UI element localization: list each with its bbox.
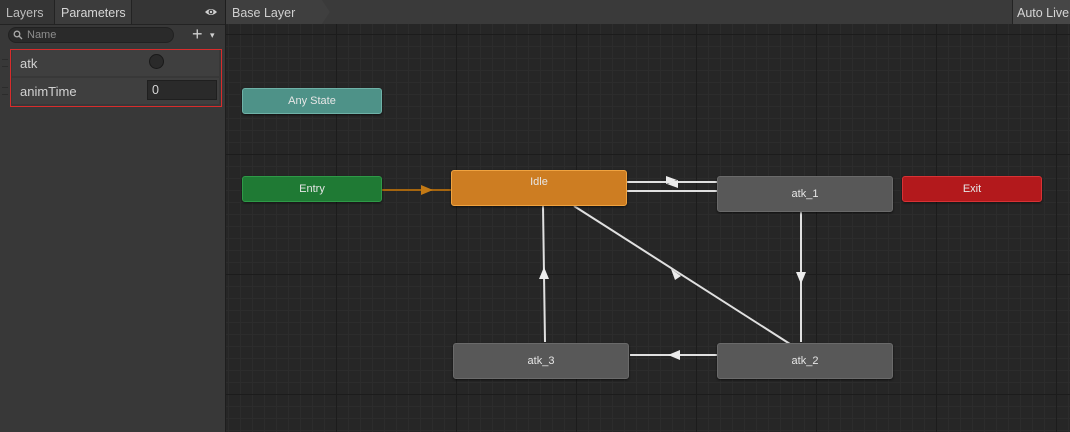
parameter-row-animtime[interactable]: animTime 0 — [2, 78, 219, 104]
atk-1-state-node[interactable]: atk_1 — [717, 176, 893, 212]
search-placeholder: Name — [27, 29, 57, 41]
atk-3-state-node[interactable]: atk_3 — [453, 343, 629, 379]
breadcrumb[interactable]: Base Layer — [226, 0, 322, 24]
eye-icon[interactable] — [204, 6, 218, 18]
entry-node[interactable]: Entry — [242, 176, 382, 202]
chevron-down-icon: ▾ — [210, 30, 215, 40]
auto-live-toggle[interactable]: Auto Live — [1012, 0, 1070, 24]
search-input[interactable]: Name — [8, 27, 174, 43]
transitions-layer — [382, 176, 806, 360]
transition-arrowhead — [539, 267, 549, 279]
parameter-value-field[interactable]: 0 — [147, 80, 217, 100]
exit-node[interactable]: Exit — [902, 176, 1042, 202]
transition-arrowhead — [421, 185, 433, 195]
trigger-toggle[interactable] — [149, 54, 164, 69]
panel-tabbar: Layers Parameters — [0, 0, 225, 25]
state-machine-graph[interactable]: Any State Entry Idle atk_1 Exit atk_2 at… — [226, 24, 1070, 432]
transition-arrowhead — [796, 272, 806, 284]
drag-handle-icon[interactable] — [2, 87, 8, 95]
plus-icon: + — [192, 24, 203, 44]
breadcrumb-arrow — [322, 0, 330, 24]
parameter-name[interactable]: animTime — [20, 84, 77, 99]
search-icon — [13, 30, 23, 40]
atk-2-state-node[interactable]: atk_2 — [717, 343, 893, 379]
any-state-node[interactable]: Any State — [242, 88, 382, 114]
add-parameter-button[interactable]: + ▾ — [192, 24, 220, 44]
tab-parameters[interactable]: Parameters — [54, 0, 132, 24]
parameter-row-atk[interactable]: atk — [2, 50, 219, 76]
transition-arrowhead — [668, 350, 680, 360]
drag-handle-icon[interactable] — [2, 59, 8, 67]
transition-atk2-to-idle[interactable] — [573, 205, 791, 345]
tab-layers[interactable]: Layers — [0, 0, 54, 24]
parameter-name[interactable]: atk — [20, 56, 37, 71]
idle-state-node[interactable]: Idle — [451, 170, 627, 206]
graph-toolbar: Base Layer Auto Live — [226, 0, 1070, 25]
parameters-panel: Layers Parameters Name + ▾ atk animTime … — [0, 0, 226, 432]
